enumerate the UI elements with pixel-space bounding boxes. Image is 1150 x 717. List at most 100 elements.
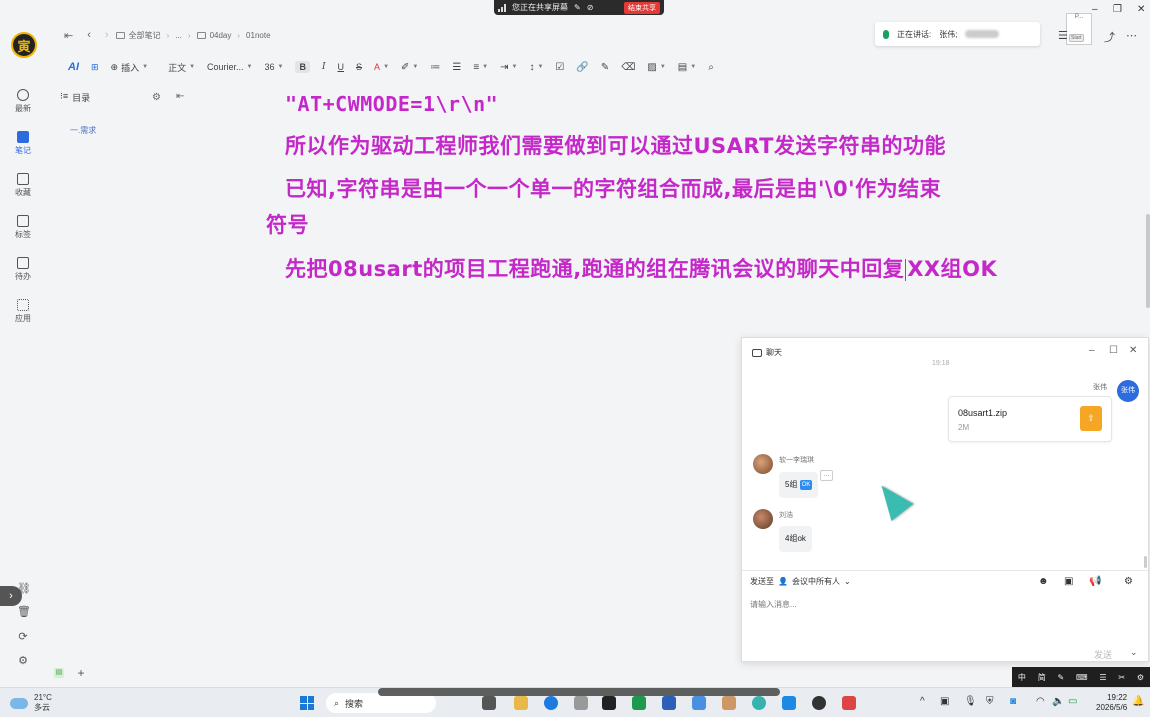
end-share-button[interactable]: 结束共享 <box>624 1 660 14</box>
format-painter-icon[interactable]: ✎ <box>601 62 609 73</box>
app-icon[interactable] <box>842 696 856 710</box>
battery-icon[interactable]: ▭ <box>1068 696 1077 707</box>
nav-favorites[interactable]: 收藏 <box>0 173 46 198</box>
notification-icon[interactable]: 🔔 <box>1132 696 1144 707</box>
app-icon[interactable] <box>662 696 676 710</box>
taskbar-search[interactable]: ⌕ 搜索 <box>326 693 436 713</box>
line-spacing-icon[interactable]: ↕ ▼ <box>529 62 543 73</box>
wifi-icon[interactable]: ◠ <box>1036 696 1045 707</box>
expand-sidebar-button[interactable]: › <box>0 586 22 606</box>
taskbar-clock[interactable]: 19:22 2026/5/6 <box>1096 693 1127 713</box>
add-tab-button[interactable]: + <box>70 665 92 681</box>
italic-button[interactable]: I <box>322 62 326 72</box>
send-to-select[interactable]: 发送至 👤 会议中所有人 ⌄ <box>750 576 851 587</box>
file-attachment[interactable]: 08usart1.zip 2M ⇪ <box>948 396 1112 442</box>
more-icon[interactable]: ⋯ <box>1126 29 1137 42</box>
chat-scrollbar[interactable] <box>1144 556 1147 568</box>
tray-app-icon[interactable]: ◙ <box>1010 696 1016 707</box>
app-icon[interactable] <box>692 696 706 710</box>
nav-tags[interactable]: 标签 <box>0 215 46 240</box>
toc-collapse-icon[interactable]: ⇤ <box>176 91 184 102</box>
volume-icon[interactable]: 🔈 <box>1052 696 1064 707</box>
tray-mic-icon[interactable]: 🎙 <box>964 696 977 707</box>
app-icon[interactable] <box>722 696 736 710</box>
font-size-select[interactable]: 36 ▼ <box>265 62 284 72</box>
search-icon[interactable]: ⌕ <box>708 62 714 73</box>
nav-todo[interactable]: 待办 <box>0 257 46 282</box>
chat-close-icon[interactable]: ✕ <box>1129 345 1137 356</box>
share-icon[interactable]: ⤴ <box>1104 29 1115 45</box>
bold-button[interactable]: B <box>295 61 310 73</box>
outline-icon[interactable]: ☰ <box>1058 29 1068 42</box>
app-icon[interactable] <box>602 696 616 710</box>
link-icon[interactable]: 🔗 <box>576 62 588 73</box>
highlight-icon[interactable]: ✐ ▼ <box>401 62 418 73</box>
note-tab[interactable]: ▤ <box>54 668 64 678</box>
forward-icon[interactable]: › <box>105 29 109 41</box>
strikethrough-button[interactable]: S <box>356 62 362 72</box>
back-icon[interactable]: ‹ <box>87 29 91 41</box>
emoji-icon[interactable]: ☻ <box>1038 576 1049 587</box>
ime-mode[interactable]: 中 <box>1018 672 1026 683</box>
breadcrumb-ellipsis[interactable]: ... <box>175 31 182 40</box>
restore-icon[interactable]: ❐ <box>1113 4 1122 15</box>
chat-message-input[interactable] <box>750 600 1130 609</box>
folder-icon[interactable]: ▣ <box>1064 576 1073 587</box>
sidebar-toggle-icon[interactable]: ⇤ <box>64 29 73 42</box>
share-settings-icon[interactable]: ✎ <box>574 3 581 12</box>
app-icon[interactable] <box>574 696 588 710</box>
weather-widget[interactable]: 21°C 多云 <box>10 693 52 713</box>
app-icon[interactable] <box>752 696 766 710</box>
ime-charset[interactable]: 简 <box>1038 672 1046 683</box>
breadcrumb-note[interactable]: 01note <box>246 31 270 40</box>
ime-keyboard-icon[interactable]: ⌨ <box>1076 673 1088 682</box>
trash-icon[interactable]: 🗑 <box>17 606 31 618</box>
message-more-icon[interactable]: … <box>820 470 833 481</box>
template-icon[interactable]: ▤ ▼ <box>678 62 696 73</box>
minimize-icon[interactable]: – <box>1092 4 1098 15</box>
pattern-icon[interactable]: ▨ ▼ <box>647 62 665 73</box>
eraser-icon[interactable]: ⌫ <box>621 62 635 73</box>
toc-settings-icon[interactable]: ⚙ <box>152 92 161 103</box>
indent-icon[interactable]: ⇥ ▼ <box>500 62 517 73</box>
ime-menu-icon[interactable]: ☰ <box>1099 673 1106 682</box>
windows-start-icon[interactable] <box>300 696 314 710</box>
meeting-thumbnail[interactable]: P... Start <box>1066 13 1092 45</box>
ai-button[interactable]: AI <box>68 61 79 73</box>
paragraph-style-select[interactable]: 正文 ▼ <box>168 61 195 74</box>
share-hide-icon[interactable]: ⊘ <box>587 3 594 12</box>
underline-button[interactable]: U <box>338 62 345 72</box>
insert-button[interactable]: ⊕ 插入 ▼ <box>111 61 149 74</box>
chat-maximize-icon[interactable]: ☐ <box>1109 345 1118 356</box>
file-explorer-icon[interactable] <box>514 696 528 710</box>
task-view-icon[interactable] <box>482 696 496 710</box>
chat-minimize-icon[interactable]: – <box>1089 345 1095 356</box>
send-button[interactable]: 发送 <box>1094 648 1112 661</box>
edge-browser-icon[interactable] <box>544 696 558 710</box>
checkbox-icon[interactable]: ☑ <box>555 62 564 73</box>
ime-tool-icon[interactable]: ✂ <box>1118 673 1125 682</box>
settings-icon[interactable]: ⚙ <box>17 655 29 667</box>
ime-pen-icon[interactable]: ✎ <box>1058 673 1065 682</box>
nav-notes[interactable]: 笔记 <box>0 131 46 156</box>
tencent-meeting-icon[interactable] <box>782 696 796 710</box>
tray-security-icon[interactable]: ⛨ <box>986 696 994 707</box>
align-icon[interactable]: ≡ ▼ <box>473 62 488 73</box>
chevron-down-icon[interactable]: ⌄ <box>1130 647 1138 658</box>
toc-entry[interactable]: 一.需求 <box>70 125 96 136</box>
sync-icon[interactable]: ⟳ <box>17 631 29 643</box>
close-icon[interactable]: ✕ <box>1137 4 1145 15</box>
app-icon[interactable] <box>632 696 646 710</box>
breadcrumb-folder[interactable]: 04day <box>196 31 231 40</box>
megaphone-icon[interactable]: 📢 <box>1089 576 1101 587</box>
app-icon[interactable] <box>812 696 826 710</box>
editor-scrollbar[interactable] <box>1146 214 1150 308</box>
bullet-list-icon[interactable]: ☰ <box>452 62 461 73</box>
font-select[interactable]: Courier... ▼ <box>207 62 252 72</box>
nav-apps[interactable]: 应用 <box>0 299 46 324</box>
image-insert-icon[interactable]: ⊞ <box>91 62 99 73</box>
font-color-button[interactable]: A ▼ <box>374 62 389 72</box>
ime-settings-icon[interactable]: ⚙ <box>1137 673 1144 682</box>
nav-latest[interactable]: 最新 <box>0 89 46 114</box>
tray-app-icon[interactable]: ▣ <box>940 696 949 707</box>
